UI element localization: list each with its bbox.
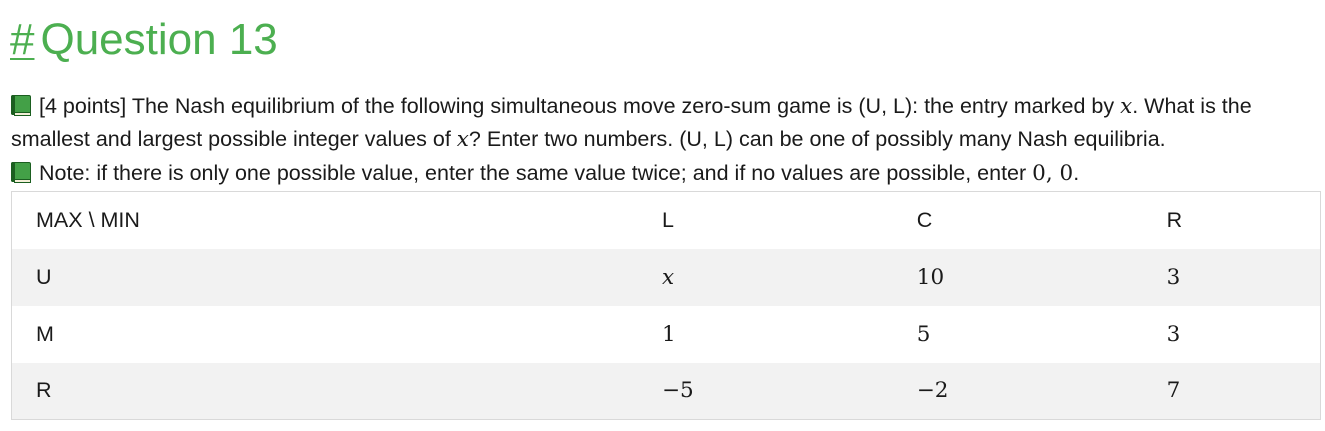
green-book-icon — [11, 95, 31, 117]
row-label: M — [11, 305, 638, 363]
payoff-cell: x — [637, 248, 893, 306]
payoff-cell: −2 — [892, 362, 1143, 420]
question-text-part-3: ? Enter two numbers. (U, L) can be one o… — [468, 127, 1166, 151]
row-label: R — [11, 362, 638, 420]
question-heading: # Question 13 — [10, 12, 278, 68]
payoff-table: MAX \ MIN L C R U x 10 3 M 1 5 3 R −5 −2… — [11, 191, 1321, 420]
payoff-cell: 1 — [637, 305, 893, 363]
payoff-cell: 3 — [1142, 305, 1321, 363]
note-text-end: . — [1073, 161, 1080, 185]
table-header-cell: MAX \ MIN — [11, 191, 638, 249]
variable-x: x — [1120, 94, 1133, 119]
payoff-cell: −5 — [637, 362, 893, 420]
table-header-cell: C — [892, 191, 1143, 249]
green-book-icon — [11, 162, 31, 184]
heading-anchor-link[interactable]: # — [10, 15, 34, 64]
note-math-value: 0, 0 — [1032, 161, 1074, 186]
note-text: Note: if there is only one possible valu… — [11, 157, 1316, 190]
table-row: U x 10 3 — [11, 248, 1321, 306]
note-text-body: Note: if there is only one possible valu… — [39, 161, 1033, 185]
payoff-cell: 3 — [1142, 248, 1321, 306]
question-text: [4 points] The Nash equilibrium of the f… — [11, 90, 1316, 156]
variable-x: x — [456, 127, 469, 152]
question-text-part-1: [4 points] The Nash equilibrium of the f… — [39, 94, 1121, 118]
payoff-cell: 10 — [892, 248, 1143, 306]
question-title: Question 13 — [40, 15, 278, 64]
table-header-cell: R — [1142, 191, 1321, 249]
table-header-cell: L — [637, 191, 893, 249]
table-header-row: MAX \ MIN L C R — [11, 191, 1321, 249]
row-label: U — [11, 248, 638, 306]
payoff-cell: 5 — [892, 305, 1143, 363]
payoff-cell: 7 — [1142, 362, 1321, 420]
table-row: M 1 5 3 — [11, 305, 1321, 363]
table-row: R −5 −2 7 — [11, 362, 1321, 420]
